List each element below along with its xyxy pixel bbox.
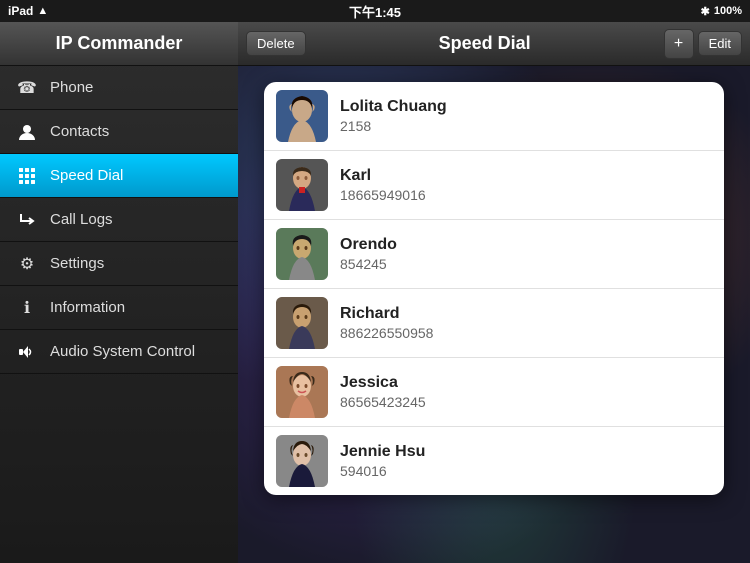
- wifi-icon: ▲: [37, 5, 48, 17]
- contact-number: 86565423245: [340, 394, 712, 410]
- sidebar-item-audio-system[interactable]: Audio System Control: [0, 330, 238, 374]
- contact-number: 594016: [340, 463, 712, 479]
- contact-number: 886226550958: [340, 325, 712, 341]
- toolbar-right: + Edit: [664, 29, 742, 59]
- content-area: Delete Speed Dial + Edit Lolita Chuang 21…: [238, 22, 750, 563]
- contact-name: Karl: [340, 167, 712, 185]
- contact-name: Richard: [340, 305, 712, 323]
- sidebar-item-settings[interactable]: ⚙ Settings: [0, 242, 238, 286]
- information-icon: ℹ: [16, 297, 38, 319]
- contact-info: Orendo 854245: [340, 236, 712, 272]
- add-button[interactable]: +: [664, 29, 694, 59]
- delete-button[interactable]: Delete: [246, 31, 306, 56]
- call-logs-icon: [16, 209, 38, 231]
- status-bar: iPad ▲ 下午1:45 ✱ 100%: [0, 0, 750, 22]
- bluetooth-icon: ✱: [701, 5, 710, 18]
- sidebar-item-call-logs[interactable]: Call Logs: [0, 198, 238, 242]
- sidebar-item-call-logs-label: Call Logs: [50, 211, 113, 228]
- battery-level: 100%: [714, 5, 742, 17]
- toolbar: Delete Speed Dial + Edit: [238, 22, 750, 66]
- contact-item[interactable]: Richard 886226550958: [264, 289, 724, 358]
- toolbar-title: Speed Dial: [439, 33, 531, 53]
- sidebar-item-settings-label: Settings: [50, 255, 104, 272]
- sidebar-title: IP Commander: [0, 22, 238, 66]
- sidebar-item-information[interactable]: ℹ Information: [0, 286, 238, 330]
- toolbar-left: Delete: [246, 31, 306, 56]
- contact-list-container: Lolita Chuang 2158 Karl 18665949016 Orendo…: [238, 66, 750, 563]
- toolbar-center: Speed Dial: [306, 33, 664, 54]
- plus-icon: +: [674, 35, 683, 53]
- contact-name: Orendo: [340, 236, 712, 254]
- sidebar-item-phone[interactable]: ☎ Phone: [0, 66, 238, 110]
- contacts-icon: [16, 121, 38, 143]
- sidebar-item-speed-dial[interactable]: Speed Dial: [0, 154, 238, 198]
- contact-item[interactable]: Karl 18665949016: [264, 151, 724, 220]
- contact-number: 854245: [340, 256, 712, 272]
- sidebar-item-contacts[interactable]: Contacts: [0, 110, 238, 154]
- contact-item[interactable]: Orendo 854245: [264, 220, 724, 289]
- contact-list: Lolita Chuang 2158 Karl 18665949016 Orendo…: [264, 82, 724, 495]
- sidebar-item-speed-dial-label: Speed Dial: [50, 167, 123, 184]
- avatar: [276, 366, 328, 418]
- sidebar-item-audio-label: Audio System Control: [50, 343, 195, 360]
- status-right: ✱ 100%: [701, 5, 742, 18]
- sidebar-item-contacts-label: Contacts: [50, 123, 109, 140]
- settings-icon: ⚙: [16, 253, 38, 275]
- contact-info: Karl 18665949016: [340, 167, 712, 203]
- status-left: iPad ▲: [8, 4, 48, 18]
- device-label: iPad: [8, 4, 33, 18]
- status-time: 下午1:45: [349, 2, 401, 21]
- contact-number: 18665949016: [340, 187, 712, 203]
- sidebar-item-information-label: Information: [50, 299, 125, 316]
- contact-name: Jessica: [340, 374, 712, 392]
- contact-name: Lolita Chuang: [340, 98, 712, 116]
- avatar: [276, 297, 328, 349]
- avatar: [276, 228, 328, 280]
- audio-icon: [16, 341, 38, 363]
- phone-icon: ☎: [16, 77, 38, 99]
- contact-info: Lolita Chuang 2158: [340, 98, 712, 134]
- contact-item[interactable]: Jessica 86565423245: [264, 358, 724, 427]
- contact-info: Richard 886226550958: [340, 305, 712, 341]
- edit-button[interactable]: Edit: [698, 31, 742, 56]
- avatar: [276, 159, 328, 211]
- contact-number: 2158: [340, 118, 712, 134]
- contact-name: Jennie Hsu: [340, 443, 712, 461]
- sidebar-nav: ☎ Phone Contacts: [0, 66, 238, 563]
- contact-info: Jennie Hsu 594016: [340, 443, 712, 479]
- contact-item[interactable]: Lolita Chuang 2158: [264, 82, 724, 151]
- sidebar: IP Commander ☎ Phone Contacts: [0, 22, 238, 563]
- contact-info: Jessica 86565423245: [340, 374, 712, 410]
- avatar: [276, 435, 328, 487]
- main-layout: IP Commander ☎ Phone Contacts: [0, 22, 750, 563]
- contact-item[interactable]: Jennie Hsu 594016: [264, 427, 724, 495]
- sidebar-item-phone-label: Phone: [50, 79, 93, 96]
- avatar: [276, 90, 328, 142]
- speed-dial-icon: [16, 165, 38, 187]
